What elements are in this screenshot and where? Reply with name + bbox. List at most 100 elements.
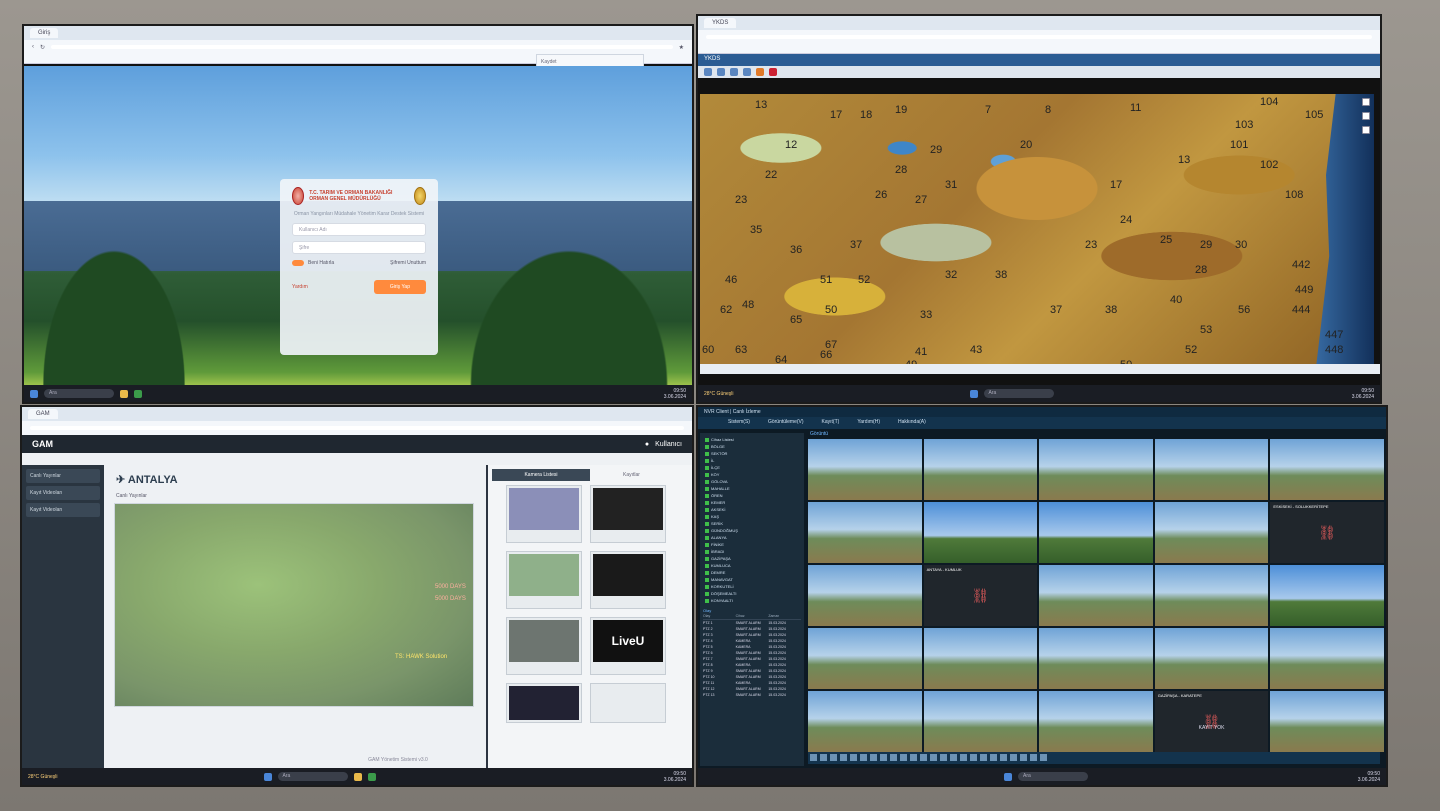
camera-cell[interactable] xyxy=(1154,628,1269,689)
camera-cell[interactable] xyxy=(808,628,922,689)
user-name[interactable]: Kullanıcı xyxy=(655,441,682,448)
sidebar-item-records[interactable]: Kayıt Videoları xyxy=(26,486,100,500)
url-field[interactable] xyxy=(51,45,673,49)
layers-icon[interactable] xyxy=(704,68,712,76)
windows-start-icon[interactable] xyxy=(30,389,38,398)
folder-icon[interactable] xyxy=(353,772,362,781)
playback-button-icon[interactable] xyxy=(930,754,937,761)
tree-item[interactable]: ALANYA xyxy=(703,534,801,541)
tree-item[interactable]: DÖŞEMEALTI xyxy=(703,590,801,597)
playback-button-icon[interactable] xyxy=(950,754,957,761)
tree-item[interactable]: KONYAALTI xyxy=(703,597,801,604)
tree-item[interactable]: KAŞ xyxy=(703,513,801,520)
menu-item[interactable]: Yardım(H) xyxy=(857,419,880,427)
sidebar-item-records-2[interactable]: Kayıt Videoları xyxy=(26,503,100,517)
remember-toggle[interactable]: Beni Hatırla xyxy=(292,260,334,266)
camera-cell[interactable] xyxy=(1039,502,1153,563)
globe-icon[interactable] xyxy=(717,68,725,76)
playback-button-icon[interactable] xyxy=(810,754,817,761)
weather-widget[interactable]: 28°C Güneşli xyxy=(704,391,734,397)
tree-item[interactable]: ÖREN xyxy=(703,492,801,499)
playback-button-icon[interactable] xyxy=(970,754,977,761)
camera-cell[interactable] xyxy=(1154,439,1269,500)
browser-tab[interactable]: YKDS xyxy=(704,18,737,28)
windows-start-icon[interactable] xyxy=(263,772,272,781)
camera-thumb[interactable] xyxy=(506,617,582,675)
sidebar-item-live[interactable]: Canlı Yayınlar xyxy=(26,469,100,483)
playback-button-icon[interactable] xyxy=(850,754,857,761)
camera-thumb[interactable] xyxy=(506,551,582,609)
chrome-icon[interactable] xyxy=(367,772,376,781)
tree-item[interactable]: BÖLGE xyxy=(703,443,801,450)
playback-button-icon[interactable] xyxy=(960,754,967,761)
tree-item[interactable]: SEKTÖR xyxy=(703,450,801,457)
camera-thumb[interactable] xyxy=(590,551,666,609)
tree-item[interactable]: İBRADI xyxy=(703,548,801,555)
tree-item[interactable]: MAHALLE xyxy=(703,485,801,492)
url-field[interactable] xyxy=(706,35,1372,39)
camera-cell[interactable] xyxy=(808,439,922,500)
live-video[interactable]: TS: HAWK Solution 5000 DAYS 5000 DAYS xyxy=(114,503,474,707)
stand-map[interactable]: 13 17 18 19 7 8 11 104 103 105 12 29 20 101 102 22 28 31 1… xyxy=(700,94,1374,364)
playback-button-icon[interactable] xyxy=(870,754,877,761)
camera-thumb[interactable] xyxy=(590,485,666,543)
tree-item[interactable]: MANAVGAT xyxy=(703,576,801,583)
playback-button-icon[interactable] xyxy=(980,754,987,761)
browser-tab[interactable]: GAM xyxy=(28,409,58,419)
camera-cell[interactable] xyxy=(1039,628,1153,689)
tree-item[interactable]: KUMLUCA xyxy=(703,562,801,569)
tree-item[interactable]: GAZİPAŞA xyxy=(703,555,801,562)
tree-item[interactable]: FİNİKE xyxy=(703,541,801,548)
windows-start-icon[interactable] xyxy=(1004,772,1012,781)
playback-button-icon[interactable] xyxy=(840,754,847,761)
camera-cell[interactable]: ANTAYA - KUMLUK ⛓ xyxy=(923,565,1038,626)
taskbar-search[interactable]: Ara xyxy=(1018,772,1088,781)
alert-icon[interactable] xyxy=(769,68,777,76)
tree-item[interactable]: KEMER xyxy=(703,499,801,506)
reload-icon[interactable]: ↻ xyxy=(40,44,45,51)
camera-cell[interactable] xyxy=(1039,439,1153,500)
url-field[interactable] xyxy=(30,426,684,430)
playback-button-icon[interactable] xyxy=(860,754,867,761)
camera-thumb[interactable] xyxy=(590,683,666,723)
playback-button-icon[interactable] xyxy=(1010,754,1017,761)
camera-cell[interactable] xyxy=(923,691,1038,752)
camera-cell[interactable] xyxy=(923,502,1038,563)
folder-icon[interactable] xyxy=(120,389,128,398)
taskbar-search[interactable]: Ara xyxy=(277,772,348,781)
playback-button-icon[interactable] xyxy=(830,754,837,761)
playback-button-icon[interactable] xyxy=(940,754,947,761)
password-field[interactable]: Şifre xyxy=(292,241,426,254)
tree-item[interactable]: SERİK xyxy=(703,520,801,527)
playback-button-icon[interactable] xyxy=(990,754,997,761)
taskbar-search[interactable]: Ara xyxy=(44,389,114,398)
star-icon[interactable]: ★ xyxy=(679,44,684,51)
playback-button-icon[interactable] xyxy=(1000,754,1007,761)
camera-thumb-liveu[interactable]: LiveU xyxy=(590,617,666,675)
user-icon[interactable]: ● xyxy=(645,441,649,448)
playback-button-icon[interactable] xyxy=(890,754,897,761)
camera-cell[interactable] xyxy=(923,628,1038,689)
playback-button-icon[interactable] xyxy=(880,754,887,761)
tree-item[interactable]: Cihaz Listesi xyxy=(703,436,801,443)
username-field[interactable]: Kullanıcı Adı xyxy=(292,223,426,236)
filter-icon[interactable] xyxy=(743,68,751,76)
camera-cell[interactable] xyxy=(1039,691,1153,752)
camera-cell[interactable] xyxy=(1270,628,1384,689)
camera-cell[interactable] xyxy=(923,439,1038,500)
back-icon[interactable]: ‹ xyxy=(32,44,34,50)
tree-item[interactable]: GÖLOVA xyxy=(703,478,801,485)
tree-item[interactable]: GÜNDOĞMUŞ xyxy=(703,527,801,534)
playback-button-icon[interactable] xyxy=(1020,754,1027,761)
home-icon[interactable] xyxy=(1362,126,1370,134)
tree-item[interactable]: KORKUTELİ xyxy=(703,583,801,590)
login-button[interactable]: Giriş Yap xyxy=(373,280,426,294)
camera-cell[interactable]: ESKİSEKİ - SOLUKKERİTEPE ⛓ xyxy=(1270,502,1384,563)
menu-item[interactable]: Hakkında(A) xyxy=(898,419,926,427)
zoom-out-icon[interactable] xyxy=(1362,112,1370,120)
menu-item[interactable]: Görüntüleme(V) xyxy=(768,419,804,427)
playback-button-icon[interactable] xyxy=(820,754,827,761)
menu-item[interactable]: Sistem(S) xyxy=(728,419,750,427)
tab-camera-list[interactable]: Kamera Listesi xyxy=(492,469,590,481)
camera-cell[interactable] xyxy=(1154,565,1269,626)
